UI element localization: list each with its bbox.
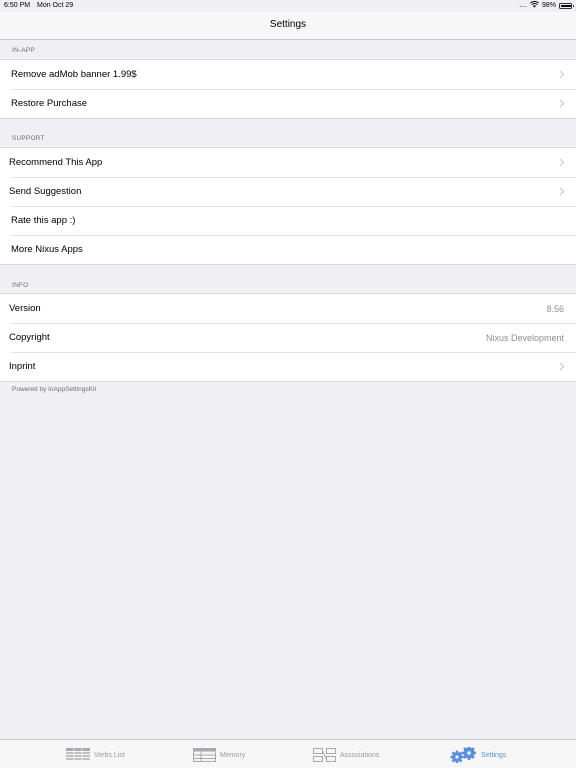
footer-note: Powered by InAppSettingsKit [12,386,97,393]
memory-table-icon [193,748,216,762]
tab-label: Associations [340,751,380,759]
row-rate-app[interactable]: Rate this app :) [0,206,576,235]
row-more-apps[interactable]: More Nixus Apps [0,235,576,264]
row-label: Rate this app :) [11,215,76,226]
settings-screen: 6:50 PM Mon Oct 29 .... 98% Settings IN-… [0,0,576,768]
copyright-value: Nixus Development [485,332,564,343]
navigation-bar: Settings [0,12,576,40]
row-recommend-app[interactable]: Recommend This App [0,148,576,177]
row-label: Copyright [9,332,50,343]
row-remove-ads[interactable]: Remove adMob banner 1.99$ [0,60,576,89]
group-info: Version 8.56 Copyright Nixus Development… [0,293,576,382]
group-inapp: Remove adMob banner 1.99$ Restore Purcha… [0,59,576,119]
chevron-right-icon [559,99,565,108]
row-label: More Nixus Apps [11,244,83,255]
page-title: Settings [269,19,307,30]
tab-verbs-list[interactable]: Verbs List [66,747,125,763]
signal-dots: .... [519,2,527,9]
section-header-info: INFO [12,282,29,289]
chevron-right-icon [559,362,565,371]
associations-icon [313,748,336,762]
tab-label: Memory [220,751,246,759]
row-version: Version 8.56 [0,294,576,323]
tab-label: Settings [481,751,507,759]
gears-icon [450,747,476,763]
chevron-right-icon [559,70,565,79]
list-grid-icon [66,748,90,762]
row-inprint[interactable]: Inprint [0,352,576,381]
version-value: 8.56 [546,303,564,314]
chevron-right-icon [559,158,565,167]
row-label: Recommend This App [9,157,103,168]
tab-bar: Verbs List Memory Associations Settings [0,739,576,768]
row-label: Restore Purchase [11,98,88,109]
status-date: Mon Oct 29 [37,2,74,9]
status-time: 6:50 PM [4,2,31,9]
section-header-inapp: IN-APP [12,47,35,54]
wifi-icon [530,1,539,10]
battery-icon [559,2,574,9]
chevron-right-icon [559,187,565,196]
row-restore-purchase[interactable]: Restore Purchase [0,89,576,118]
row-send-suggestion[interactable]: Send Suggestion [0,177,576,206]
group-support: Recommend This App Send Suggestion Rate … [0,147,576,265]
battery-percent: 98% [541,2,556,9]
tab-memory[interactable]: Memory [193,747,245,763]
row-label: Remove adMob banner 1.99$ [11,69,137,80]
status-bar: 6:50 PM Mon Oct 29 .... 98% [0,0,576,12]
row-label: Version [9,303,41,314]
tab-settings[interactable]: Settings [450,747,506,763]
tab-associations[interactable]: Associations [313,747,379,763]
row-copyright: Copyright Nixus Development [0,323,576,352]
row-label: Send Suggestion [9,186,82,197]
section-header-support: SUPPORT [12,135,45,142]
row-label: Inprint [9,361,36,372]
status-indicators: .... 98% [519,1,574,10]
tab-label: Verbs List [94,751,125,759]
